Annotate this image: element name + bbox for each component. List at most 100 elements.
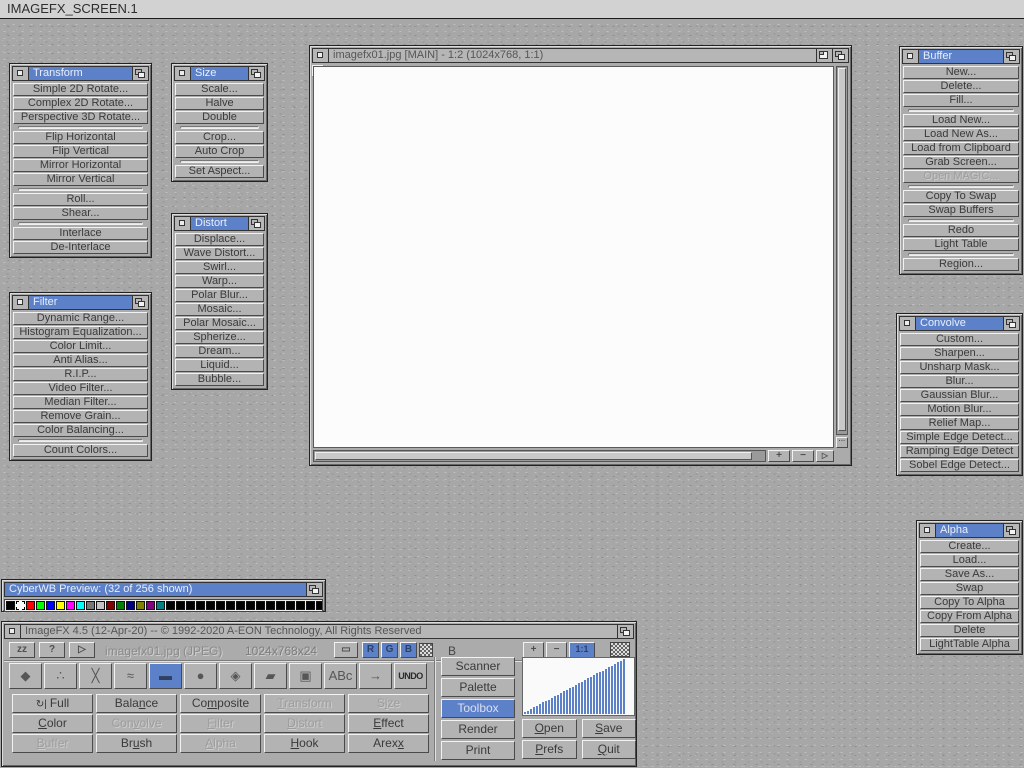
toolbox-zoom-in-button[interactable]: + [523, 642, 544, 658]
close-gadget-icon[interactable] [920, 524, 936, 537]
grab-screen-button[interactable]: Grab Screen... [903, 156, 1019, 169]
close-gadget-icon[interactable] [313, 49, 329, 62]
relief-map-button[interactable]: Relief Map... [900, 417, 1019, 430]
move-tool[interactable]: → [359, 663, 392, 689]
bala-nce-button[interactable]: Balance [96, 694, 177, 713]
blur-button[interactable]: Blur... [900, 375, 1019, 388]
mirror-vertical-button[interactable]: Mirror Vertical [13, 173, 148, 186]
swirl-button[interactable]: Swirl... [175, 261, 264, 274]
copy-from-alpha-button[interactable]: Copy From Alpha [920, 610, 1019, 623]
palette-swatch[interactable] [56, 601, 65, 610]
set-aspect-button[interactable]: Set Aspect... [175, 165, 264, 178]
gaussian-blur-button[interactable]: Gaussian Blur... [900, 389, 1019, 402]
depth-gadget-icon[interactable] [248, 67, 264, 80]
load-button[interactable]: Load... [920, 554, 1019, 567]
image-canvas[interactable] [313, 66, 834, 448]
vertical-scrollbar[interactable] [836, 66, 848, 435]
depth-gadget-icon[interactable] [1003, 317, 1019, 330]
palette-swatch[interactable] [246, 601, 255, 610]
depth-gadget-icon[interactable] [617, 625, 633, 638]
depth-gadget-icon[interactable] [132, 296, 148, 309]
polar-blur-button[interactable]: Polar Blur... [175, 289, 264, 302]
roll-button[interactable]: Roll... [13, 193, 148, 206]
toolbox-button[interactable]: Toolbox [441, 699, 515, 718]
co-mposite-button[interactable]: Composite [180, 694, 261, 713]
red-channel-toggle[interactable]: R [362, 642, 379, 658]
effect-button[interactable]: Effect [348, 714, 429, 733]
palette-swatch[interactable] [76, 601, 85, 610]
palette-swatch[interactable] [176, 601, 185, 610]
dynamic-range-button[interactable]: Dynamic Range... [13, 312, 148, 325]
palette-swatch[interactable] [16, 601, 25, 610]
help-button[interactable]: ? [39, 642, 65, 658]
hook-button[interactable]: Hook [264, 734, 345, 753]
fill-button[interactable]: Fill... [903, 94, 1019, 107]
close-gadget-icon[interactable] [903, 50, 919, 63]
undo-button[interactable]: UNDO [394, 663, 427, 689]
oval-tool[interactable]: ● [184, 663, 217, 689]
brush-tool[interactable]: ▰ [254, 663, 287, 689]
light-table-button[interactable]: Light Table [903, 238, 1019, 251]
color-limit-button[interactable]: Color Limit... [13, 340, 148, 353]
palette-swatch[interactable] [226, 601, 235, 610]
swap-button[interactable]: Swap [920, 582, 1019, 595]
motion-blur-button[interactable]: Motion Blur... [900, 403, 1019, 416]
palette-swatch[interactable] [146, 601, 155, 610]
double-button[interactable]: Double [175, 111, 264, 124]
palette-swatch[interactable] [96, 601, 105, 610]
interlace-button[interactable]: Interlace [13, 227, 148, 240]
mosaic-button[interactable]: Mosaic... [175, 303, 264, 316]
redo-button[interactable]: Redo [903, 224, 1019, 237]
palette-swatch[interactable] [286, 601, 295, 610]
palette-swatch[interactable] [6, 601, 15, 610]
palette-swatch[interactable] [276, 601, 285, 610]
palette-swatch[interactable] [236, 601, 245, 610]
one-to-one-button[interactable]: 1:1 [569, 642, 595, 658]
palette-swatch[interactable] [136, 601, 145, 610]
palette-swatch[interactable] [206, 601, 215, 610]
arex-x-button[interactable]: Arexx [348, 734, 429, 753]
prefs-button[interactable]: Prefs [522, 740, 577, 759]
close-gadget-icon[interactable] [900, 317, 916, 330]
delete-button[interactable]: Delete [920, 624, 1019, 637]
close-gadget-icon[interactable] [175, 67, 191, 80]
palette-swatch[interactable] [116, 601, 125, 610]
print-button[interactable]: Print [441, 741, 515, 760]
halve-button[interactable]: Halve [175, 97, 264, 110]
zoom-gadget-icon[interactable] [816, 49, 832, 62]
close-gadget-icon[interactable] [5, 625, 21, 638]
count-colors-button[interactable]: Count Colors... [13, 444, 148, 457]
create-button[interactable]: Create... [920, 540, 1019, 553]
anti-alias-button[interactable]: Anti Alias... [13, 354, 148, 367]
palette-titlebar[interactable]: CyberWB Preview: (32 of 256 shown) [4, 582, 323, 597]
wave-distort-button[interactable]: Wave Distort... [175, 247, 264, 260]
palette-swatch[interactable] [26, 601, 35, 610]
load-from-clipboard-button[interactable]: Load from Clipboard [903, 142, 1019, 155]
depth-gadget-icon[interactable] [306, 583, 322, 596]
br-ush-button[interactable]: Brush [96, 734, 177, 753]
depth-gadget-icon[interactable] [1003, 524, 1019, 537]
convolve-titlebar[interactable]: Convolve [899, 316, 1020, 331]
close-gadget-icon[interactable] [13, 296, 29, 309]
save-as-button[interactable]: Save As... [920, 568, 1019, 581]
close-gadget-icon[interactable] [13, 67, 29, 80]
text-tool[interactable]: ABc [324, 663, 357, 689]
region-button[interactable]: Region... [903, 258, 1019, 271]
palette-swatch[interactable] [86, 601, 95, 610]
curve-tool[interactable]: ≈ [114, 663, 147, 689]
simple-2d-rotate-button[interactable]: Simple 2D Rotate... [13, 83, 148, 96]
complex-2d-rotate-button[interactable]: Complex 2D Rotate... [13, 97, 148, 110]
transform-titlebar[interactable]: Transform [12, 66, 149, 81]
flip-horizontal-button[interactable]: Flip Horizontal [13, 131, 148, 144]
palette-swatch[interactable] [156, 601, 165, 610]
airbrush-tool[interactable]: ∴ [44, 663, 77, 689]
scanner-button[interactable]: Scanner [441, 657, 515, 676]
depth-gadget-icon[interactable] [1003, 50, 1019, 63]
liquid-button[interactable]: Liquid... [175, 359, 264, 372]
toolbox-titlebar[interactable]: ImageFX 4.5 (12-Apr-20) -- © 1992-2020 A… [4, 624, 634, 639]
distort-titlebar[interactable]: Distort [174, 216, 265, 231]
delete-button[interactable]: Delete... [903, 80, 1019, 93]
r-i-p-button[interactable]: R.I.P... [13, 368, 148, 381]
copy-to-alpha-button[interactable]: Copy To Alpha [920, 596, 1019, 609]
palette-button[interactable]: Palette [441, 678, 515, 697]
